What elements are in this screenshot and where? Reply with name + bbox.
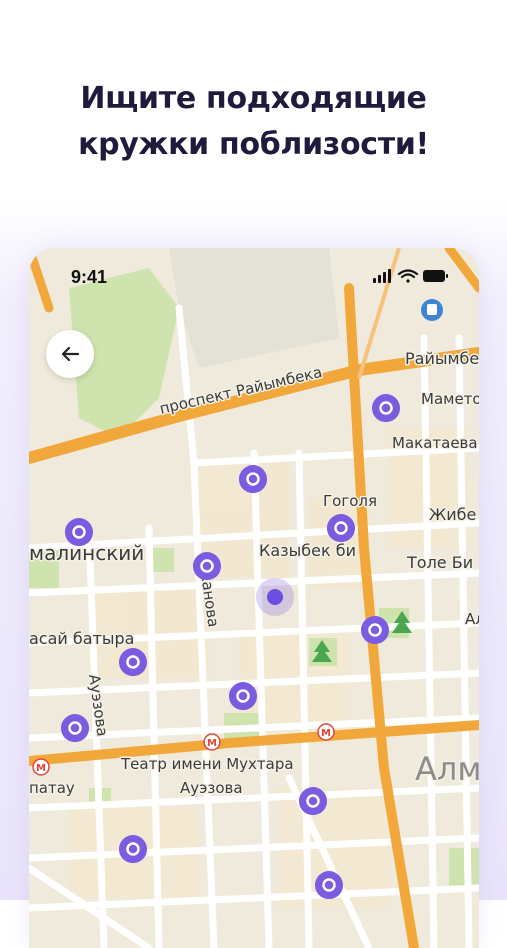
map-pin-icon[interactable] [237, 463, 269, 495]
status-time: 9:41 [71, 267, 108, 287]
wifi-icon [397, 269, 419, 283]
current-location-marker [256, 578, 294, 616]
map-pin-icon[interactable] [117, 646, 149, 678]
headline: Ищите подходящие кружки поблизости! [0, 76, 507, 168]
headline-line-1: Ищите подходящие [80, 81, 427, 116]
map-markers-layer [59, 392, 402, 901]
signal-icon [373, 269, 391, 283]
map-pin-icon[interactable] [297, 785, 329, 817]
map-pin-icon[interactable] [313, 869, 345, 901]
status-icons [373, 268, 449, 288]
phone-screen: M M M проспект Райымбека Райымбе Мамето … [29, 248, 479, 948]
map-pin-icon[interactable] [59, 712, 91, 744]
battery-icon [423, 270, 448, 282]
back-button[interactable] [46, 330, 94, 378]
map-pin-icon[interactable] [191, 550, 223, 582]
map-pin-icon[interactable] [370, 392, 402, 424]
map-pin-icon[interactable] [227, 680, 259, 712]
headline-line-2: кружки поблизости! [78, 127, 429, 162]
status-bar: 9:41 [29, 248, 479, 300]
map-pin-icon[interactable] [117, 833, 149, 865]
map-pin-icon[interactable] [359, 614, 391, 646]
map-pin-icon[interactable] [325, 512, 357, 544]
map-pin-icon[interactable] [63, 516, 95, 548]
arrow-left-icon [61, 346, 80, 362]
